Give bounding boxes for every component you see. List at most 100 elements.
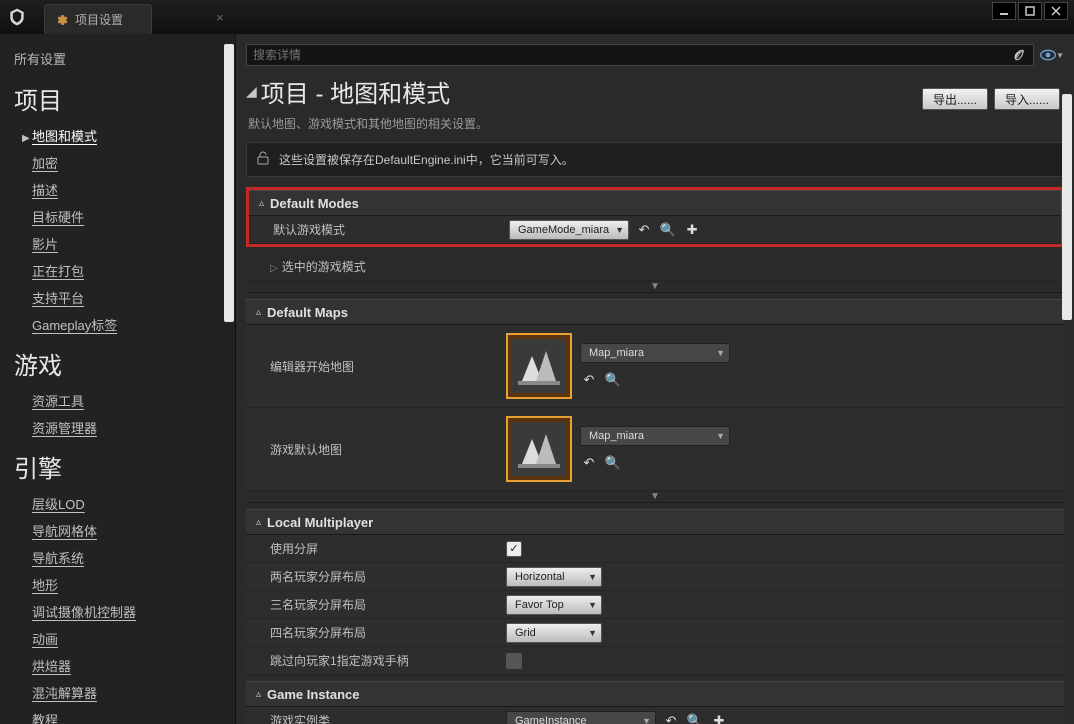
reset-icon[interactable]: ↶ <box>662 712 680 724</box>
prop-game-default-map-label: 游戏默认地图 <box>246 441 506 458</box>
two-player-dropdown[interactable]: Horizontal ▼ <box>506 567 602 587</box>
sidebar-item-nav-system[interactable]: 导航系统 <box>32 544 235 571</box>
sidebar-item-landscape[interactable]: 地形 <box>32 571 235 598</box>
browse-icon[interactable]: 🔍 <box>604 371 622 389</box>
minimize-button[interactable] <box>992 2 1016 20</box>
ue-logo <box>0 0 34 34</box>
map-thumbnail[interactable] <box>506 333 572 399</box>
prop-default-gamemode-label: 默认游戏模式 <box>249 221 509 238</box>
dropdown-value: Map_miara <box>589 347 644 359</box>
game-default-map-dropdown[interactable]: Map_miara▼ <box>580 426 730 446</box>
four-player-dropdown[interactable]: Grid▼ <box>506 623 602 643</box>
default-gamemode-dropdown[interactable]: GameMode_miara ▼ <box>509 220 629 240</box>
visibility-toggle[interactable]: ▼ <box>1040 45 1064 65</box>
expand-bar[interactable]: ▼ <box>246 281 1064 293</box>
window-controls <box>992 2 1068 20</box>
dropdown-value: GameMode_miara <box>518 224 609 236</box>
collapse-icon[interactable]: ◢ <box>246 83 257 100</box>
triangle-down-icon: ▵ <box>256 689 261 700</box>
section-label: Default Maps <box>267 305 348 320</box>
sidebar-group-game: 游戏 <box>14 346 235 381</box>
skip-gamepad-checkbox[interactable] <box>506 653 522 669</box>
prop-use-splitscreen-label: 使用分屏 <box>246 540 506 557</box>
main-scrollbar[interactable] <box>1062 94 1072 320</box>
page-subtitle: 默认地图、游戏模式和其他地图的相关设置。 <box>248 115 1064 132</box>
sidebar-item-asset-tools[interactable]: 资源工具 <box>32 387 235 414</box>
main-panel: 𝒪 ▼ ◢ 项目 - 地图和模式 默认地图、游戏模式和其他地图的相关设置。 导出… <box>235 34 1074 724</box>
sidebar-item-description[interactable]: 描述 <box>32 176 235 203</box>
sidebar-item-movies[interactable]: 影片 <box>32 230 235 257</box>
section-game-instance[interactable]: ▵ Game Instance <box>246 681 1064 707</box>
titlebar: 项目设置 × <box>0 0 1074 34</box>
label: 地图和模式 <box>32 129 97 144</box>
browse-icon[interactable]: 🔍 <box>604 454 622 472</box>
sidebar-item-gameplay-tags[interactable]: Gameplay标签 <box>32 311 235 338</box>
add-icon[interactable]: ✚ <box>710 712 728 724</box>
prop-selected-gamemode[interactable]: ▷选中的游戏模式 <box>246 258 506 275</box>
sidebar-item-nav-mesh[interactable]: 导航网格体 <box>32 517 235 544</box>
game-instance-dropdown[interactable]: GameInstance ▼ <box>506 711 656 724</box>
sidebar-item-target-hw[interactable]: 目标硬件 <box>32 203 235 230</box>
highlighted-section: ▵ Default Modes 默认游戏模式 GameMode_miara ▼ … <box>246 187 1064 247</box>
search-input[interactable] <box>253 48 1010 62</box>
close-button[interactable] <box>1044 2 1068 20</box>
prop-editor-start-map-label: 编辑器开始地图 <box>246 358 506 375</box>
triangle-down-icon: ▵ <box>259 198 264 209</box>
triangle-down-icon: ▵ <box>256 307 261 318</box>
info-bar: 这些设置被保存在DefaultEngine.ini中，它当前可写入。 <box>246 142 1064 177</box>
browse-icon[interactable]: 🔍 <box>659 221 677 239</box>
sidebar-item-asset-manager[interactable]: 资源管理器 <box>32 414 235 441</box>
map-thumbnail[interactable] <box>506 416 572 482</box>
tab-project-settings[interactable]: 项目设置 <box>44 4 152 34</box>
three-player-dropdown[interactable]: Favor Top▼ <box>506 595 602 615</box>
search-icon[interactable]: 𝒪 <box>1010 47 1027 64</box>
prop-game-instance-class-label: 游戏实例类 <box>246 712 506 724</box>
sidebar-item-platforms[interactable]: 支持平台 <box>32 284 235 311</box>
dropdown-value: Horizontal <box>515 571 565 583</box>
sidebar-item-tutorial[interactable]: 教程 <box>32 706 235 724</box>
sidebar-group-engine: 引擎 <box>14 449 235 484</box>
tab-close[interactable]: × <box>216 10 224 25</box>
sidebar: 所有设置 项目 ▶地图和模式 加密 描述 目标硬件 影片 正在打包 支持平台 G… <box>0 34 235 724</box>
tab-title: 项目设置 <box>75 11 123 28</box>
chevron-down-icon: ▼ <box>588 628 597 638</box>
section-local-multiplayer[interactable]: ▵ Local Multiplayer <box>246 509 1064 535</box>
chevron-down-icon: ▼ <box>642 716 651 724</box>
editor-start-map-dropdown[interactable]: Map_miara ▼ <box>580 343 730 363</box>
sidebar-item-anim[interactable]: 动画 <box>32 625 235 652</box>
sidebar-group-project: 项目 <box>14 81 235 116</box>
section-default-maps[interactable]: ▵ Default Maps <box>246 299 1064 325</box>
caret-icon: ▶ <box>22 133 32 144</box>
prop-two-player-label: 两名玩家分屏布局 <box>246 568 506 585</box>
sidebar-item-packaging[interactable]: 正在打包 <box>32 257 235 284</box>
prop-three-player-label: 三名玩家分屏布局 <box>246 596 506 613</box>
reset-icon[interactable]: ↶ <box>635 221 653 239</box>
chevron-down-icon: ▼ <box>588 572 597 582</box>
add-icon[interactable]: ✚ <box>683 221 701 239</box>
use-splitscreen-checkbox[interactable]: ✓ <box>506 541 522 557</box>
reset-icon[interactable]: ↶ <box>580 454 598 472</box>
sidebar-item-hlod[interactable]: 层级LOD <box>32 490 235 517</box>
sidebar-item-encryption[interactable]: 加密 <box>32 149 235 176</box>
chevron-down-icon: ▼ <box>615 225 624 235</box>
chevron-down-icon: ▼ <box>716 348 725 358</box>
section-label: Local Multiplayer <box>267 515 373 530</box>
import-button[interactable]: 导入...... <box>994 88 1060 110</box>
section-label: Game Instance <box>267 687 360 702</box>
maximize-button[interactable] <box>1018 2 1042 20</box>
sidebar-item-chaos[interactable]: 混沌解算器 <box>32 679 235 706</box>
sidebar-item-cooker[interactable]: 烘焙器 <box>32 652 235 679</box>
reset-icon[interactable]: ↶ <box>580 371 598 389</box>
section-default-modes[interactable]: ▵ Default Modes <box>249 190 1061 216</box>
dropdown-value: Map_miara <box>589 430 644 442</box>
search-box[interactable]: 𝒪 <box>246 44 1034 66</box>
dropdown-value: GameInstance <box>515 715 587 724</box>
sidebar-item-maps-modes[interactable]: ▶地图和模式 <box>32 122 235 149</box>
sidebar-scrollbar[interactable] <box>224 44 234 322</box>
sidebar-all-settings[interactable]: 所有设置 <box>14 44 235 73</box>
unlock-icon <box>257 151 269 168</box>
export-button[interactable]: 导出...... <box>922 88 988 110</box>
expand-bar[interactable]: ▼ <box>246 491 1064 503</box>
sidebar-item-debug-cam[interactable]: 调试摄像机控制器 <box>32 598 235 625</box>
browse-icon[interactable]: 🔍 <box>686 712 704 724</box>
